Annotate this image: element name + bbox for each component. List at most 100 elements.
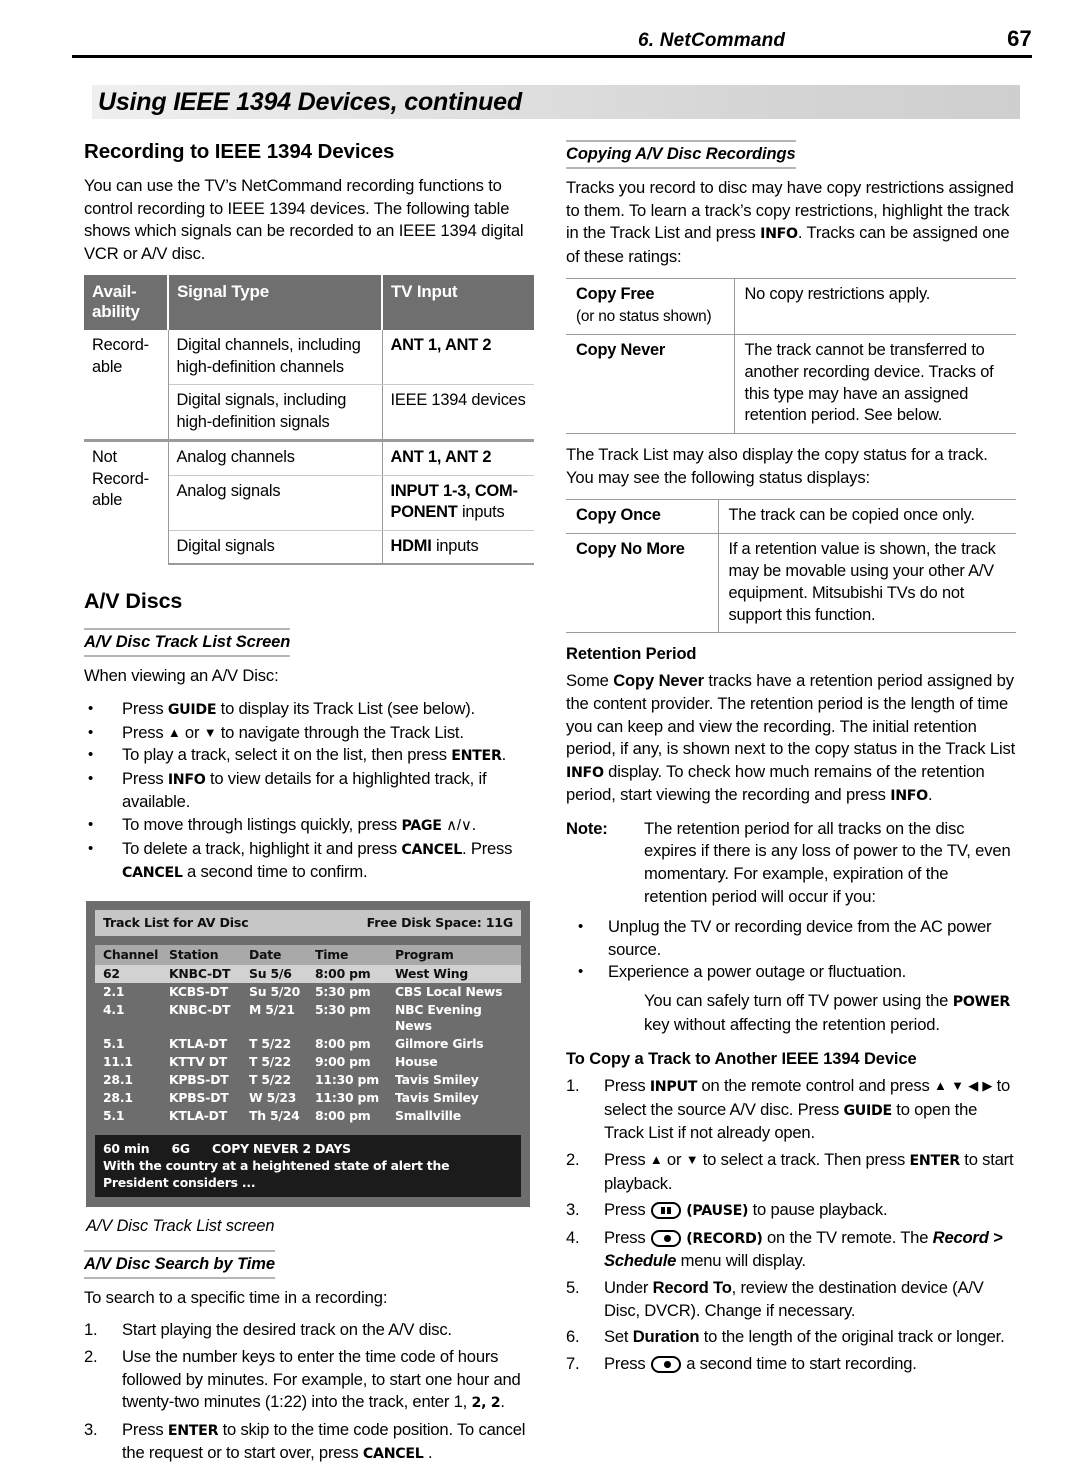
tv-info-duration: 60 min [103, 1140, 150, 1156]
subheading-track-list-screen: A/V Disc Track List Screen [84, 628, 290, 658]
tv-cell-station: KPBS-DT [169, 1089, 229, 1105]
bullet-dot: • [88, 699, 94, 717]
note-text: The retention period for all tracks on t… [644, 818, 1011, 906]
tv-cell-station: KNBC-DT [169, 965, 231, 981]
table-row: Not Record-able Analog channels ANT 1, AN… [84, 439, 534, 565]
list-item: 2. Use the number keys to enter the time … [84, 1346, 521, 1412]
cell-status-label: Copy Once [566, 499, 719, 534]
record-key-icon [650, 1355, 681, 1373]
tv-cell-date: T 5/22 [249, 1035, 291, 1051]
bullet-dot: • [88, 769, 94, 787]
tv-cell-station: KTTV DT [169, 1053, 228, 1069]
list-item: • To play a track, select it on the list,… [84, 744, 534, 768]
tv-track-row[interactable]: 5.1 KTLA-DT T 5/22 8:00 pm Gilmore Girls [95, 1035, 521, 1053]
cell-tv-input: ANT 1, ANT 2 [382, 330, 534, 386]
tv-cell-program: West Wing [395, 965, 469, 981]
tv-info-panel: 60 min 6G COPY NEVER 2 DAYS With the cou… [95, 1134, 521, 1197]
bullet-dot: • [578, 963, 584, 981]
tv-track-list: Channel Station Date Time Program 62 KNB… [95, 944, 521, 1125]
note-bullets: • Unplug the TV or recording device from … [566, 916, 1016, 984]
heading-recording: Recording to IEEE 1394 Devices [84, 140, 395, 163]
copying-intro: Tracks you record to disc may have copy … [566, 178, 1014, 266]
tv-cell-date: Su 5/6 [249, 965, 292, 981]
tracklist-intro: When viewing an A/V Disc: [84, 666, 279, 686]
cell-tv-input: INPUT 1-3, COM- PONENT inputs [382, 475, 534, 531]
tv-track-row[interactable]: 4.1 KNBC-DT M 5/21 5:30 pm NBC Evening N… [95, 1001, 521, 1035]
tv-col-channel: Channel [103, 946, 159, 962]
cell-signal-type: Digital channels, including high-definit… [168, 330, 383, 386]
col-header-signal-type: Signal Type [168, 275, 383, 331]
step-number: 1. [566, 1076, 580, 1096]
tv-info-size: 6G [171, 1140, 190, 1156]
figure-caption: A/V Disc Track List screen [86, 1216, 275, 1235]
heading-av-discs: A/V Discs [84, 589, 183, 614]
cell-signal-type: Digital signals, including high-definiti… [168, 384, 383, 442]
cell-status-label: Copy No More [566, 533, 719, 633]
table-row: Copy No More If a retention value is sho… [566, 533, 1016, 633]
cell-rating-description: No copy restrictions apply. [744, 285, 931, 304]
list-item: • Experience a power outage or fluctuatio… [566, 961, 1016, 984]
tv-track-row[interactable]: 62 KNBC-DT Su 5/6 8:00 pm West Wing [95, 964, 521, 983]
cell-signal-type: Analog signals [168, 475, 383, 531]
cell-tv-input: IEEE 1394 devices [382, 384, 534, 442]
table-row: Record-able Digital channels, including … [84, 330, 534, 441]
tv-cell-time: 11:30 pm [315, 1071, 379, 1087]
tv-title-bar: Track List for AV Disc Free Disk Space: … [95, 909, 521, 936]
copy-ratings-table: Copy Free (or no status shown) No copy re… [566, 278, 1016, 434]
cell-availability: Record-able [84, 330, 169, 441]
tv-cell-date: T 5/22 [249, 1071, 291, 1087]
pause-key-icon [650, 1202, 681, 1220]
tv-cell-date: M 5/21 [249, 1001, 295, 1017]
tv-cell-date: T 5/22 [249, 1053, 291, 1069]
cell-tv-input: HDMI inputs [382, 530, 534, 566]
tv-cell-channel: 5.1 [103, 1107, 125, 1123]
page-header: 6. NetCommand 67 [72, 24, 1032, 58]
heading-retention-period: Retention Period [566, 645, 697, 664]
bullet-dot: • [578, 918, 584, 936]
tracklist-bullets: • Press GUIDE to display its Track List (… [84, 698, 534, 885]
cell-tv-input: ANT 1, ANT 2 [382, 439, 534, 476]
list-item: 5. Under Record To, review the destinatio… [566, 1277, 984, 1320]
list-item: • Press INFO to view details for a highli… [88, 768, 487, 812]
step-number: 6. [566, 1327, 580, 1347]
tv-track-row[interactable]: 5.1 KTLA-DT Th 5/24 8:00 pm Smallville [95, 1107, 521, 1125]
tv-cell-station: KNBC-DT [169, 1001, 231, 1017]
tv-cell-station: KTLA-DT [169, 1107, 228, 1123]
tv-cell-time: 5:30 pm [315, 1001, 371, 1017]
tv-track-row[interactable]: 28.1 KPBS-DT W 5/23 11:30 pm Tavis Smile… [95, 1089, 521, 1107]
tv-track-row[interactable]: 2.1 KCBS-DT Su 5/20 5:30 pm CBS Local Ne… [95, 983, 521, 1001]
tv-cell-station: KPBS-DT [169, 1071, 229, 1087]
list-item: 3. Press (PAUSE) to pause playback. [566, 1199, 1016, 1223]
cell-rating-label: Copy Never [566, 334, 735, 434]
search-intro: To search to a specific time in a record… [84, 1287, 388, 1307]
list-item: • Unplug the TV or recording device from … [578, 917, 992, 959]
tv-cell-program: Gilmore Girls [395, 1035, 484, 1051]
cell-status-description: If a retention value is shown, the track… [728, 540, 996, 624]
bullet-dot: • [88, 815, 94, 833]
tv-col-program: Program [395, 946, 454, 962]
tv-track-row[interactable]: 28.1 KPBS-DT T 5/22 11:30 pm Tavis Smile… [95, 1071, 521, 1089]
list-item: 2. Press ▲ or ▼ to select a track. Then p… [566, 1150, 1014, 1193]
cell-availability: Not Record-able [84, 439, 169, 565]
list-item: 4. Press (RECORD) on the TV remote. The R… [566, 1227, 1003, 1271]
tv-cell-date: Th 5/24 [249, 1107, 300, 1123]
copy-track-steps: 1. Press INPUT on the remote control and … [566, 1075, 1016, 1375]
step-number: 2. [84, 1346, 98, 1366]
tv-cell-time: 5:30 pm [315, 983, 371, 999]
recording-intro: You can use the TV’s NetCommand recordin… [84, 176, 524, 263]
tv-column-header-row: Channel Station Date Time Program [95, 944, 521, 965]
subheading-wrap-search: A/V Disc Search by Time [84, 1249, 534, 1279]
list-item: 6. Set Duration to the length of the orig… [566, 1326, 1016, 1349]
col-header-availability: Avail-ability [84, 275, 169, 331]
tv-cell-channel: 2.1 [103, 983, 125, 999]
bullet-dot: • [88, 839, 94, 857]
tv-cell-time: 8:00 pm [315, 965, 371, 981]
tv-cell-time: 8:00 pm [315, 1035, 371, 1051]
chapter-title: 6. NetCommand [638, 30, 786, 51]
tv-col-time: Time [315, 946, 349, 962]
tv-cell-channel: 11.1 [103, 1053, 133, 1069]
tv-track-row[interactable]: 11.1 KTTV DT T 5/22 9:00 pm House [95, 1053, 521, 1071]
cell-rating-description: The track cannot be transferred to anoth… [744, 340, 994, 425]
note-closing: You can safely turn off TV power using t… [644, 991, 1010, 1034]
note-block: Note: The retention period for all track… [566, 818, 1016, 908]
